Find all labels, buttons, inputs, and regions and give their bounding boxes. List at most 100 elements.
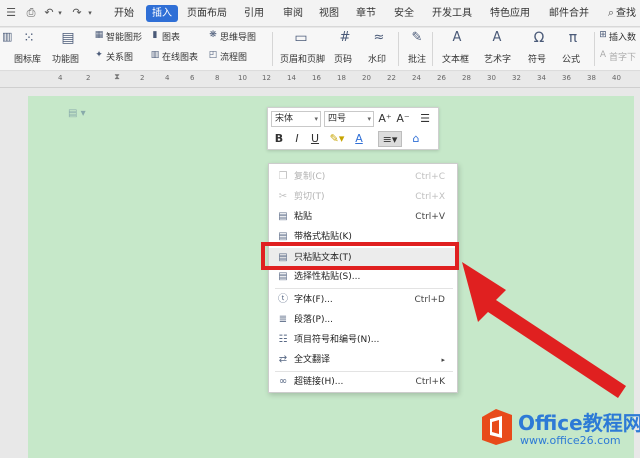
undo-icon[interactable]: ↶ bbox=[42, 6, 56, 20]
smart-graphic-icon[interactable]: ▦ bbox=[94, 30, 104, 40]
ruler-number: 6 bbox=[190, 74, 195, 82]
insert-number-button[interactable]: 插入数 bbox=[609, 30, 636, 43]
tab-review[interactable]: 审阅 bbox=[279, 5, 307, 22]
list-icon: ☷ bbox=[278, 334, 288, 345]
picture-library-icon[interactable]: ⁙ bbox=[20, 30, 38, 46]
textbox-button[interactable]: 文本框 bbox=[442, 52, 469, 65]
tab-developer[interactable]: 开发工具 bbox=[428, 5, 476, 22]
ruler-number: 28 bbox=[462, 74, 471, 82]
logo-title: Office教程网 bbox=[518, 411, 640, 435]
page-number-button[interactable]: 页码 bbox=[334, 52, 352, 65]
ribbon-divider bbox=[432, 32, 433, 66]
comment-button[interactable]: 批注 bbox=[408, 52, 426, 65]
flowchart-icon[interactable]: ◰ bbox=[208, 50, 218, 60]
font-color-button[interactable]: A bbox=[352, 131, 366, 147]
tab-insert[interactable]: 插入 bbox=[146, 5, 178, 22]
menu-item-translate[interactable]: ⇄ 全文翻译 ▸ bbox=[269, 350, 457, 370]
menu-item-label: 字体(F)... bbox=[294, 295, 333, 305]
formula-button[interactable]: 公式 bbox=[562, 52, 580, 65]
drop-cap-icon[interactable]: A bbox=[598, 50, 608, 60]
indent-marker-icon[interactable]: ⧗ bbox=[113, 72, 121, 82]
font-icon: ⓣ bbox=[278, 294, 288, 305]
comment-icon[interactable]: ✎ bbox=[408, 30, 426, 46]
ruler-number: 26 bbox=[437, 74, 446, 82]
header-footer-icon[interactable]: ▭ bbox=[292, 30, 310, 46]
insert-number-icon[interactable]: ⊞ bbox=[598, 30, 608, 40]
font-family-select[interactable]: 宋体 ▾ bbox=[271, 111, 321, 127]
drop-cap-button[interactable]: 首字下 bbox=[609, 50, 636, 63]
tab-view[interactable]: 视图 bbox=[315, 5, 343, 22]
symbol-icon[interactable]: Ω bbox=[530, 30, 548, 46]
ruler-number: 32 bbox=[512, 74, 521, 82]
art-text-button[interactable]: 艺术字 bbox=[484, 52, 511, 65]
menu-item-paste-special[interactable]: ▤ 选择性粘贴(S)... bbox=[269, 267, 457, 287]
horizontal-ruler[interactable]: 4 2 ⧗ 2 4 6 8 10 12 14 16 18 20 22 24 26… bbox=[0, 72, 640, 88]
bold-button[interactable]: B bbox=[272, 131, 286, 147]
italic-button[interactable]: I bbox=[290, 131, 304, 147]
picture-library-button[interactable]: 图标库 bbox=[14, 52, 41, 65]
undo-dropdown-icon[interactable]: ▾ bbox=[56, 6, 64, 20]
quick-access-dropdown-icon[interactable]: ▾ bbox=[86, 6, 94, 20]
tab-mail-merge[interactable]: 邮件合并 bbox=[545, 5, 593, 22]
chart-icon[interactable]: ▮ bbox=[150, 30, 160, 40]
tab-references[interactable]: 引用 bbox=[240, 5, 268, 22]
ribbon-divider bbox=[272, 32, 273, 66]
relation-chart-icon[interactable]: ✦ bbox=[94, 50, 104, 60]
header-footer-button[interactable]: 页眉和页脚 bbox=[280, 52, 325, 65]
paragraph-icon: ≣ bbox=[278, 314, 288, 325]
function-chart-button[interactable]: 功能图 bbox=[52, 52, 79, 65]
relation-chart-button[interactable]: 关系图 bbox=[106, 50, 133, 63]
font-size-select[interactable]: 四号 ▾ bbox=[324, 111, 374, 127]
logo-url: www.office26.com bbox=[520, 434, 621, 447]
menu-item-paste[interactable]: ▤ 粘贴 Ctrl+V bbox=[269, 207, 457, 227]
online-chart-button[interactable]: 在线图表 bbox=[162, 50, 198, 63]
menu-item-label: 剪切(T) bbox=[294, 192, 325, 202]
redo-icon[interactable]: ↷ bbox=[70, 6, 84, 20]
grow-font-button[interactable]: A⁺ bbox=[378, 111, 392, 127]
page-number-icon[interactable]: # bbox=[336, 30, 354, 46]
office-logo-icon bbox=[482, 409, 512, 445]
menu-item-shortcut: Ctrl+C bbox=[415, 172, 445, 182]
chevron-down-icon: ▾ bbox=[314, 115, 318, 123]
function-chart-icon[interactable]: ▤ bbox=[58, 30, 78, 46]
chart-button[interactable]: 图表 bbox=[162, 30, 180, 43]
mind-map-button[interactable]: 思维导图 bbox=[220, 30, 256, 43]
paste-options-icon[interactable]: ▤ ▾ bbox=[68, 108, 86, 119]
menu-item-hyperlink[interactable]: ∞ 超链接(H)... Ctrl+K bbox=[269, 372, 457, 392]
highlight-icon[interactable]: ✎▾ bbox=[326, 131, 348, 147]
symbol-button[interactable]: 符号 bbox=[528, 52, 546, 65]
ruler-toggle-icon[interactable]: ▥ bbox=[2, 30, 12, 44]
mind-map-icon[interactable]: ❋ bbox=[208, 30, 218, 40]
menu-item-bullets-numbering[interactable]: ☷ 项目符号和编号(N)... bbox=[269, 330, 457, 350]
watermark-icon[interactable]: ≈ bbox=[370, 30, 388, 46]
smart-graphic-button[interactable]: 智能图形 bbox=[106, 30, 142, 43]
line-spacing-icon[interactable]: ☰ bbox=[416, 111, 434, 127]
menu-item-cut[interactable]: ✂ 剪切(T) Ctrl+X bbox=[269, 187, 457, 207]
highlight-box bbox=[261, 242, 459, 270]
print-preview-icon[interactable]: ⎙ bbox=[24, 6, 38, 20]
tab-featured[interactable]: 特色应用 bbox=[486, 5, 534, 22]
tab-chapter[interactable]: 章节 bbox=[352, 5, 380, 22]
menu-item-label: 全文翻译 bbox=[294, 355, 331, 365]
align-icon[interactable]: ≡▾ bbox=[378, 131, 402, 147]
search-label[interactable]: 查找 bbox=[616, 5, 640, 22]
tab-security[interactable]: 安全 bbox=[390, 5, 418, 22]
art-text-icon[interactable]: A bbox=[488, 30, 506, 46]
ruler-number: 16 bbox=[312, 74, 321, 82]
shrink-font-button[interactable]: A⁻ bbox=[396, 111, 410, 127]
format-painter-icon[interactable]: ⌂ bbox=[408, 131, 424, 147]
menu-item-paragraph[interactable]: ≣ 段落(P)... bbox=[269, 310, 457, 330]
formula-icon[interactable]: π bbox=[564, 30, 582, 46]
tab-page-layout[interactable]: 页面布局 bbox=[185, 5, 229, 22]
underline-button[interactable]: U bbox=[308, 131, 322, 147]
menu-icon[interactable]: ☰ bbox=[4, 6, 18, 20]
textbox-icon[interactable]: A bbox=[448, 30, 466, 46]
online-chart-icon[interactable]: ▥ bbox=[150, 50, 160, 60]
watermark-button[interactable]: 水印 bbox=[368, 52, 386, 65]
tab-home[interactable]: 开始 bbox=[110, 5, 138, 22]
menu-item-copy[interactable]: ❐ 复制(C) Ctrl+C bbox=[269, 167, 457, 187]
menu-item-font[interactable]: ⓣ 字体(F)... Ctrl+D bbox=[269, 290, 457, 310]
paste-icon: ▤ bbox=[278, 211, 288, 222]
flowchart-button[interactable]: 流程图 bbox=[220, 50, 247, 63]
menu-item-label: 项目符号和编号(N)... bbox=[294, 335, 380, 345]
